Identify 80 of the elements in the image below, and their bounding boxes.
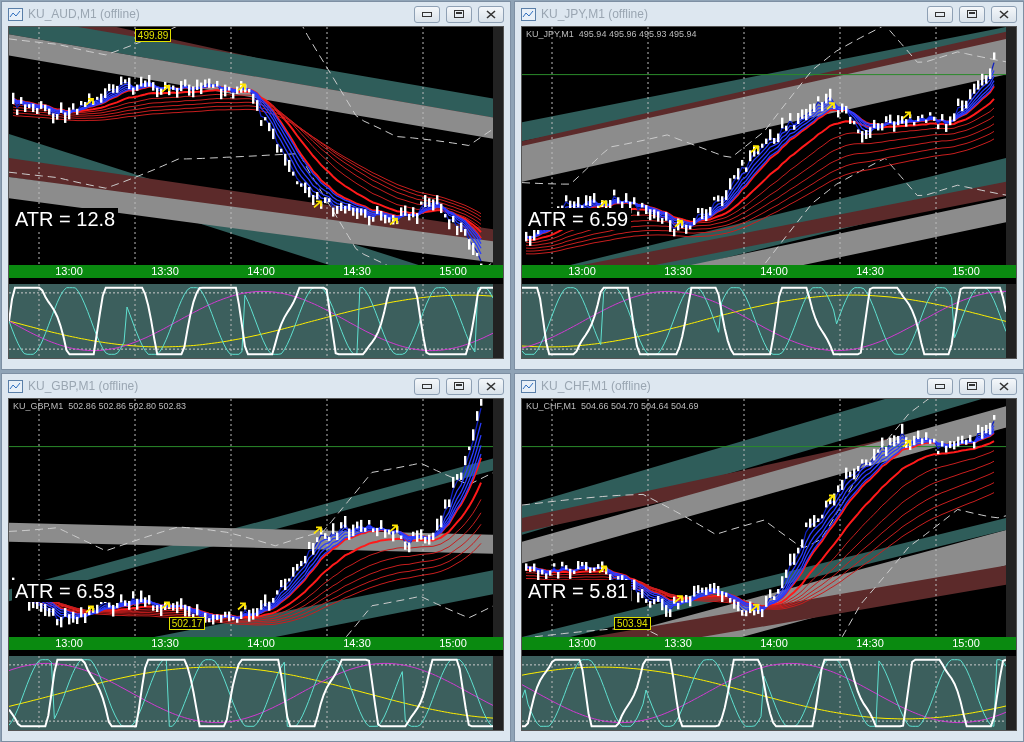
- restore-button[interactable]: [959, 5, 985, 23]
- close-icon: [999, 381, 1009, 391]
- time-label: 14:00: [246, 265, 276, 278]
- signal-arrow: [161, 601, 170, 610]
- signal-arrow: [85, 605, 94, 614]
- minimize-button[interactable]: [927, 5, 953, 23]
- close-icon: [999, 9, 1009, 19]
- restore-icon: [454, 10, 464, 18]
- window-title: KU_CHF,M1 (offline): [541, 379, 652, 393]
- time-label: 13:00: [567, 637, 597, 650]
- time-label: 15:00: [438, 265, 468, 278]
- time-label: 13:30: [150, 265, 180, 278]
- minimize-button[interactable]: [414, 5, 440, 23]
- time-label: 13:30: [150, 637, 180, 650]
- close-button[interactable]: [478, 5, 504, 23]
- time-label: 15:00: [951, 265, 981, 278]
- time-label: 13:00: [567, 265, 597, 278]
- signal-arrow: [313, 526, 322, 535]
- restore-button[interactable]: [446, 5, 472, 23]
- time-label: 15:00: [438, 637, 468, 650]
- signal-arrow: [598, 200, 607, 209]
- chart-quote-header: KU_GBP,M1 502.86 502.86 502.80 502.83: [13, 401, 186, 411]
- chart-window-icon: [521, 7, 536, 21]
- signal-arrow: [389, 524, 398, 533]
- signal-arrow: [598, 565, 607, 574]
- minimize-button[interactable]: [927, 377, 953, 395]
- atr-reading: ATR = 12.8: [12, 208, 119, 231]
- restore-button[interactable]: [446, 377, 472, 395]
- close-icon: [486, 9, 496, 19]
- restore-button[interactable]: [959, 377, 985, 395]
- chart-window-icon: [8, 379, 23, 393]
- time-label: 13:30: [663, 265, 693, 278]
- minimize-button[interactable]: [414, 377, 440, 395]
- atr-reading: ATR = 6.59: [525, 208, 632, 231]
- time-label: 14:30: [855, 265, 885, 278]
- window-title: KU_GBP,M1 (offline): [28, 379, 140, 393]
- time-label: 13:00: [54, 265, 84, 278]
- minimize-icon: [422, 383, 432, 389]
- signal-arrow: [161, 85, 170, 93]
- signal-arrow: [85, 98, 94, 106]
- time-label: 14:00: [759, 265, 789, 278]
- signal-arrow: [237, 83, 246, 92]
- signal-arrow: [750, 145, 759, 154]
- time-label: 15:00: [951, 637, 981, 650]
- signal-arrow: [826, 102, 835, 110]
- window-title: KU_JPY,M1 (offline): [541, 7, 649, 21]
- time-label: 14:00: [759, 637, 789, 650]
- price-tag: 503.94: [613, 617, 651, 631]
- chart-window-icon: [8, 7, 23, 21]
- restore-icon: [454, 382, 464, 390]
- restore-icon: [967, 382, 977, 390]
- signal-arrow: [750, 604, 759, 612]
- close-icon: [486, 381, 496, 391]
- signal-arrow: [313, 200, 322, 209]
- time-label: 14:30: [855, 637, 885, 650]
- signal-arrow: [902, 440, 911, 448]
- price-tag: 502.17: [168, 617, 206, 631]
- time-label: 14:30: [342, 265, 372, 278]
- time-label: 13:30: [663, 637, 693, 650]
- signal-arrow: [674, 595, 683, 603]
- close-button[interactable]: [991, 5, 1017, 23]
- time-label: 14:00: [246, 637, 276, 650]
- signal-arrow: [674, 219, 683, 228]
- window-title: KU_AUD,M1 (offline): [28, 7, 141, 21]
- minimize-icon: [935, 383, 945, 389]
- signal-arrow: [389, 217, 398, 226]
- close-button[interactable]: [478, 377, 504, 395]
- minimize-icon: [422, 11, 432, 17]
- time-label: 13:00: [54, 637, 84, 650]
- signal-arrow: [826, 494, 835, 503]
- chart-quote-header: KU_CHF,M1 504.66 504.70 504.64 504.69: [526, 401, 699, 411]
- restore-icon: [967, 10, 977, 18]
- signal-arrow: [237, 602, 246, 611]
- atr-reading: ATR = 5.81: [525, 580, 632, 603]
- time-label: 14:30: [342, 637, 372, 650]
- close-button[interactable]: [991, 377, 1017, 395]
- chart-quote-header: KU_JPY,M1 495.94 495.96 495.93 495.94: [526, 29, 697, 39]
- signal-arrow: [902, 111, 911, 120]
- chart-window-icon: [521, 379, 536, 393]
- minimize-icon: [935, 11, 945, 17]
